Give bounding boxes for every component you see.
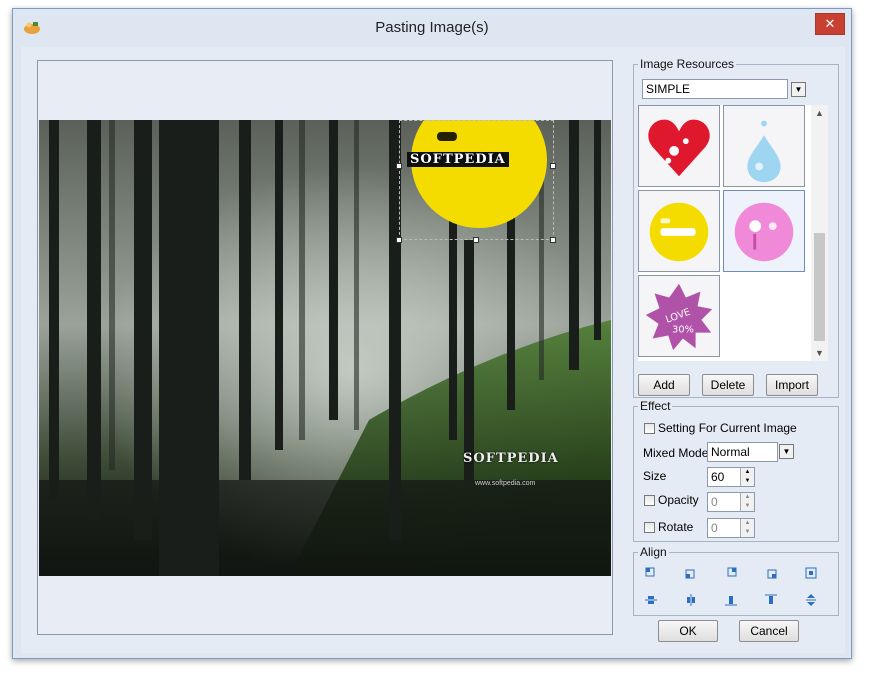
scroll-thumb[interactable]: [814, 233, 825, 341]
rotate-checkbox[interactable]: [644, 522, 655, 533]
selection-box[interactable]: [399, 120, 554, 240]
align-center-icon[interactable]: [804, 566, 818, 580]
resize-handle[interactable]: [396, 163, 402, 169]
align-middle-vertical-icon[interactable]: [684, 593, 698, 607]
increment-icon[interactable]: ▲: [741, 519, 754, 528]
increment-icon[interactable]: ▲: [741, 468, 754, 477]
align-top-left-icon[interactable]: [644, 566, 658, 580]
resize-handle[interactable]: [396, 237, 402, 243]
thumbnail-love-30-starburst[interactable]: LOVE 30%: [638, 275, 720, 357]
thumbnail-scrollbar[interactable]: ▲ ▼: [811, 105, 828, 361]
resize-handle[interactable]: [550, 163, 556, 169]
close-button[interactable]: ✕: [815, 13, 845, 35]
window-title: Pasting Image(s): [375, 19, 489, 36]
opacity-label: Opacity: [658, 493, 699, 507]
thumbnail-water-drop[interactable]: [723, 105, 805, 187]
resource-set-select[interactable]: SIMPLE: [642, 79, 788, 99]
preview-canvas[interactable]: SOFTPEDIA SOFTPEDIA www.softpedia.com: [37, 60, 613, 635]
mixed-mode-label: Mixed Mode: [643, 446, 709, 460]
resize-handle[interactable]: [473, 237, 479, 243]
align-middle-horizontal-icon[interactable]: [644, 593, 658, 607]
love-value: 30%: [672, 325, 694, 336]
add-button[interactable]: Add: [638, 374, 690, 396]
dialog-body: SOFTPEDIA SOFTPEDIA www.softpedia.com Im…: [21, 47, 845, 653]
rotate-value: 0: [711, 521, 718, 535]
align-bottom-left-icon[interactable]: [684, 566, 698, 580]
align-legend: Align: [638, 545, 669, 559]
effect-panel: Effect Setting For Current Image Mixed M…: [633, 399, 839, 542]
softpedia-url: www.softpedia.com: [475, 480, 536, 487]
delete-button[interactable]: Delete: [702, 374, 754, 396]
mixed-mode-value: Normal: [711, 445, 750, 459]
rotate-stepper[interactable]: 0 ▲ ▼: [707, 518, 755, 538]
thumbnail-yellow-button[interactable]: [638, 190, 720, 272]
mixed-mode-select[interactable]: Normal: [707, 442, 778, 462]
increment-icon[interactable]: ▲: [741, 493, 754, 502]
resource-set-value: SIMPLE: [646, 82, 691, 96]
thumbnail-pink-button[interactable]: [723, 190, 805, 272]
opacity-checkbox[interactable]: [644, 495, 655, 506]
opacity-stepper[interactable]: 0 ▲ ▼: [707, 492, 755, 512]
current-image-label: Setting For Current Image: [658, 421, 797, 435]
resize-handle[interactable]: [550, 237, 556, 243]
scroll-down-icon[interactable]: ▼: [811, 345, 828, 361]
softpedia-watermark: SOFTPEDIA: [463, 451, 559, 466]
cancel-button[interactable]: Cancel: [739, 620, 799, 642]
chevron-down-icon[interactable]: ▼: [779, 444, 794, 459]
align-top-icon[interactable]: [764, 593, 778, 607]
ok-button[interactable]: OK: [658, 620, 718, 642]
chevron-down-icon[interactable]: ▼: [791, 82, 806, 97]
align-stretch-vertical-icon[interactable]: [804, 593, 818, 607]
size-stepper[interactable]: 60 ▲ ▼: [707, 467, 755, 487]
image-resources-panel: Image Resources SIMPLE ▼ LOVE 30% ▲ ▼ Ad…: [633, 57, 839, 398]
dialog-window: Pasting Image(s) ✕ SOFTPEDIA SOFTPEDIA w…: [12, 8, 852, 659]
opacity-value: 0: [711, 495, 718, 509]
thumbnail-broken-heart[interactable]: [638, 105, 720, 187]
effect-legend: Effect: [638, 399, 673, 413]
align-bottom-right-icon[interactable]: [764, 566, 778, 580]
background-photo: SOFTPEDIA SOFTPEDIA www.softpedia.com: [39, 120, 611, 576]
scroll-up-icon[interactable]: ▲: [811, 105, 828, 121]
align-bottom-icon[interactable]: [724, 593, 738, 607]
rotate-label: Rotate: [658, 520, 694, 534]
size-label: Size: [643, 469, 667, 483]
title-bar: Pasting Image(s) ✕: [13, 9, 851, 47]
import-button[interactable]: Import: [766, 374, 818, 396]
decrement-icon[interactable]: ▼: [741, 477, 754, 486]
image-resources-legend: Image Resources: [638, 57, 737, 71]
resource-thumbnail-list: LOVE 30% ▲ ▼: [638, 105, 828, 361]
align-panel: Align: [633, 545, 839, 616]
decrement-icon[interactable]: ▼: [741, 528, 754, 537]
size-value: 60: [711, 470, 725, 484]
align-top-right-icon[interactable]: [724, 566, 738, 580]
current-image-checkbox[interactable]: [644, 423, 655, 434]
decrement-icon[interactable]: ▼: [741, 502, 754, 511]
